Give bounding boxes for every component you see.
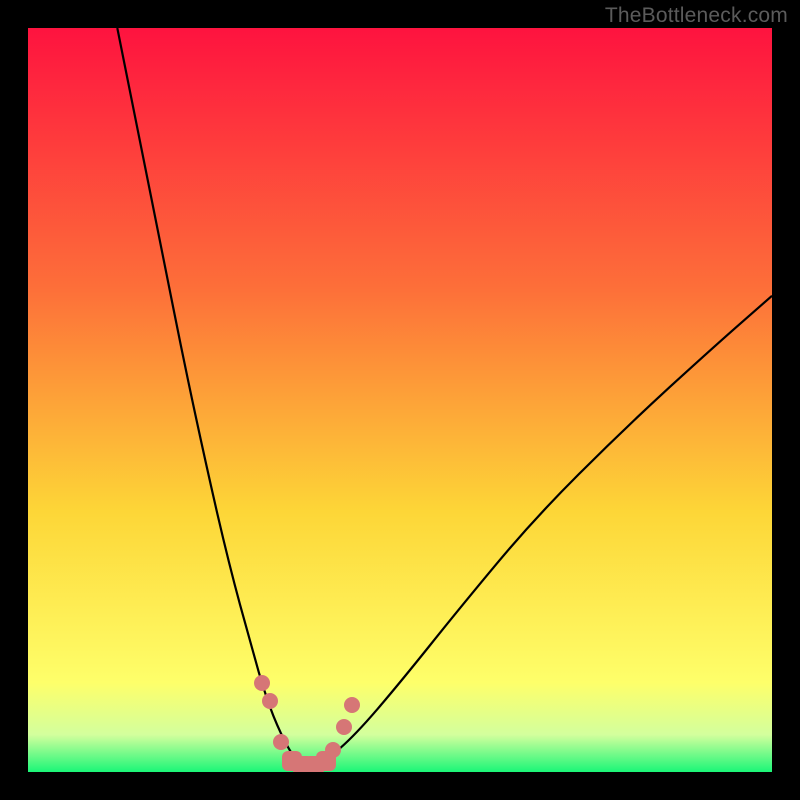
- highlight-point: [325, 742, 341, 758]
- outer-frame: TheBottleneck.com: [0, 0, 800, 800]
- curve-layer: [28, 28, 772, 772]
- highlight-point: [344, 697, 360, 713]
- right-curve: [307, 296, 772, 769]
- highlight-point: [336, 719, 352, 735]
- highlight-point: [273, 734, 289, 750]
- highlight-point: [254, 675, 270, 691]
- plot-area: [28, 28, 772, 772]
- highlight-point: [262, 693, 278, 709]
- left-curve: [117, 28, 307, 768]
- watermark-text: TheBottleneck.com: [605, 4, 788, 28]
